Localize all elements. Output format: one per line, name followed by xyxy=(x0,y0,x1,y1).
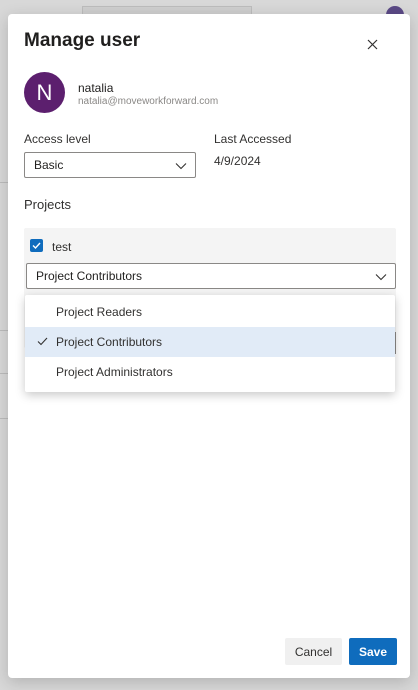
access-level-value: Basic xyxy=(34,158,64,172)
role-option-label: Project Readers xyxy=(56,305,143,319)
role-option-project-administrators[interactable]: Project Administrators xyxy=(25,357,395,387)
chevron-down-icon xyxy=(175,163,187,170)
role-option-project-readers[interactable]: Project Readers xyxy=(25,297,395,327)
project-role-menu: Project Readers Project Contributors Pro… xyxy=(25,295,395,392)
manage-user-dialog: Manage user N natalia natalia@moveworkfo… xyxy=(8,14,410,678)
dialog-title: Manage user xyxy=(24,30,141,51)
project-role-dropdown[interactable]: Project Contributors xyxy=(26,263,396,289)
project-name: test xyxy=(52,240,72,254)
checkmark-icon xyxy=(32,242,41,250)
role-option-label: Project Administrators xyxy=(56,365,173,379)
close-icon xyxy=(367,39,377,49)
save-button[interactable]: Save xyxy=(349,638,397,665)
role-option-label: Project Contributors xyxy=(56,335,163,349)
project-checkbox[interactable] xyxy=(30,239,43,252)
chevron-down-icon xyxy=(375,274,387,281)
access-level-label: Access level xyxy=(24,132,91,146)
user-email: natalia@moveworkforward.com xyxy=(78,96,219,107)
last-accessed-label: Last Accessed xyxy=(214,132,292,146)
project-role-value: Project Contributors xyxy=(36,269,143,283)
checkmark-icon xyxy=(37,337,48,346)
access-level-dropdown[interactable]: Basic xyxy=(24,152,196,178)
last-accessed-value: 4/9/2024 xyxy=(214,154,261,168)
close-button[interactable] xyxy=(362,34,382,54)
avatar: N xyxy=(24,72,65,113)
cancel-button[interactable]: Cancel xyxy=(285,638,342,665)
user-name: natalia xyxy=(78,81,114,95)
role-option-project-contributors[interactable]: Project Contributors xyxy=(25,327,395,357)
projects-label: Projects xyxy=(24,197,71,212)
avatar-initial: N xyxy=(36,79,53,105)
